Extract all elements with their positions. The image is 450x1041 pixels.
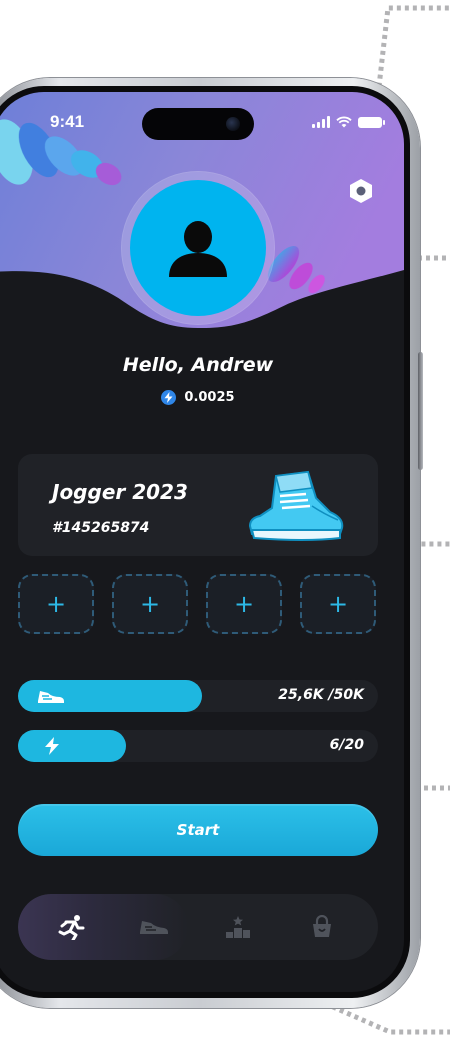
balance: 0.0025 [0,390,404,405]
balance-value: 0.0025 [184,390,235,405]
avatar-ring [122,172,274,324]
status-icons [312,116,385,128]
cellular-signal-icon [312,116,330,128]
dynamic-island [142,108,254,140]
nav-leaderboard[interactable] [222,911,254,943]
status-time: 9:41 [50,112,85,131]
sneaker-id: #145265874 [52,520,150,536]
bottom-nav [18,894,378,960]
slot-list: + + + + [18,574,376,634]
nav-sneakers[interactable] [138,911,170,943]
steps-progress-bar: 25,6K /50K [18,680,378,712]
sneaker-card[interactable]: Jogger 2023 #145265874 [18,454,378,556]
nav-run[interactable] [56,911,88,943]
side-button [418,352,423,470]
shop-bag-icon [313,915,331,937]
wifi-icon [336,116,352,128]
greeting: Hello, Andrew [122,354,274,376]
run-icon [58,915,85,940]
camera-icon [226,117,240,131]
sneaker-icon [38,691,64,703]
settings-hexagon-icon[interactable] [348,178,374,204]
leaderboard-icon [226,916,250,938]
steps-value: 25,6K /50K [278,687,364,703]
energy-progress-fill [18,730,126,762]
nav-shop[interactable] [306,911,338,943]
empty-slot-3[interactable]: + [206,574,282,634]
lightning-icon [45,737,59,755]
plus-icon: + [233,590,255,618]
sneaker-image-icon [248,470,344,541]
empty-slot-2[interactable]: + [112,574,188,634]
sneaker-icon [140,921,168,934]
sneaker-name: Jogger 2023 [52,480,188,504]
start-button[interactable]: Start [18,804,378,856]
plus-icon: + [327,590,349,618]
energy-progress-bar: 6/20 [18,730,378,762]
plus-icon: + [139,590,161,618]
empty-slot-1[interactable]: + [18,574,94,634]
battery-icon [358,116,385,128]
empty-slot-4[interactable]: + [300,574,376,634]
plus-icon: + [45,590,67,618]
page: 9:41 Hello, Andrew 0.0025 Jogger 2023 #1… [0,0,450,1041]
user-icon [169,221,227,277]
energy-coin-icon [161,390,177,405]
avatar[interactable] [130,180,266,316]
app-screen: 9:41 Hello, Andrew 0.0025 Jogger 2023 #1… [0,86,410,998]
energy-value: 6/20 [329,737,364,753]
